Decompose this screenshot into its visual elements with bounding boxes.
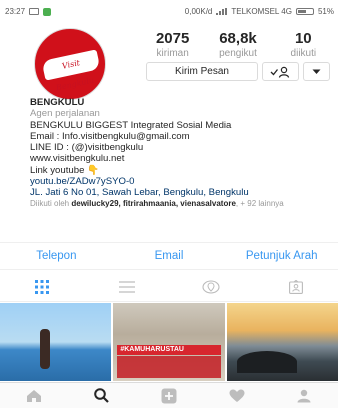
nav-search[interactable] <box>68 383 136 408</box>
bio-line-website: www.visitbengkulu.net <box>30 153 125 165</box>
call-button[interactable]: Telepon <box>0 243 113 269</box>
post-thumbnail[interactable] <box>0 303 112 381</box>
stat-followers-value: 68,8k <box>219 30 257 47</box>
nav-activity[interactable] <box>203 383 271 408</box>
avatar-logo: Visit Bengkulu <box>41 49 101 92</box>
avatar[interactable]: Visit Bengkulu <box>34 28 106 100</box>
stat-following[interactable]: 10 diikuti <box>271 30 336 59</box>
grid-icon <box>35 279 50 294</box>
profile-tabs <box>0 272 338 302</box>
stat-followers[interactable]: 68,8k pengikut <box>205 30 270 59</box>
post-thumbnail[interactable] <box>226 303 338 381</box>
carrier-name: TELKOMSEL 4G <box>231 7 292 16</box>
profile-icon <box>297 389 311 402</box>
email-button[interactable]: Email <box>113 243 226 269</box>
post-text-block <box>117 356 221 378</box>
tab-list[interactable] <box>85 272 170 301</box>
signal-icon <box>216 8 228 15</box>
add-icon <box>161 388 177 403</box>
search-icon <box>94 388 109 403</box>
nav-add[interactable] <box>135 383 203 408</box>
network-speed: 0,00K/d <box>184 7 213 16</box>
bio-line: BENGKULU BIGGEST Integrated Sosial Media <box>30 119 232 131</box>
home-icon <box>26 389 41 402</box>
tab-location[interactable] <box>169 272 254 301</box>
followed-by-names: dewilucky29, fitrirahmaania, vienasalvat… <box>71 198 236 208</box>
battery-percent: 51% <box>317 7 334 16</box>
status-time: 23:27 <box>5 7 26 16</box>
heart-icon <box>229 389 245 402</box>
post-banner: #KAMUHARUSTAU <box>117 345 221 355</box>
nav-profile[interactable] <box>270 383 338 408</box>
tab-grid[interactable] <box>0 272 85 301</box>
message-notification-icon <box>29 8 40 15</box>
stat-posts-value: 2075 <box>155 30 190 47</box>
bio-line-email: Email : Info.visitbengkulu@gmail.com <box>30 130 190 142</box>
avatar-logo-text: Visit Bengkulu <box>55 58 95 93</box>
bio-link[interactable]: youtu.be/ZADw7ySYO-0 <box>30 176 336 187</box>
following-check-icon <box>270 66 289 78</box>
followed-by-suffix: , + 92 lainnya <box>235 198 284 208</box>
post-photo-rock <box>236 351 297 373</box>
followed-by-prefix: Diikuti oleh <box>30 198 70 208</box>
tagged-icon <box>288 279 303 294</box>
list-icon <box>118 280 135 293</box>
profile-category: Agen perjalanan <box>30 108 100 120</box>
followed-by[interactable]: Diikuti oleh dewilucky29, fitrirahmaania… <box>30 199 336 209</box>
app-notification-icon <box>43 7 52 16</box>
send-message-button[interactable]: Kirim Pesan <box>146 62 258 81</box>
stat-posts[interactable]: 2075 kiriman <box>140 30 205 59</box>
location-icon <box>202 279 220 294</box>
stat-posts-label: kiriman <box>156 48 189 59</box>
tab-tagged[interactable] <box>254 272 338 301</box>
bio-address[interactable]: JL. Jati 6 No 01, Sawah Lebar, Bengkulu,… <box>30 187 336 198</box>
profile-name: BENGKULU <box>30 97 85 108</box>
post-grid: #KAMUHARUSTAU <box>0 303 338 381</box>
post-thumbnail[interactable]: #KAMUHARUSTAU <box>113 303 225 381</box>
bio-line-youtube: Link youtube 👇 <box>30 164 100 176</box>
stat-following-label: diikuti <box>290 48 317 59</box>
profile-bio: BENGKULU Agen perjalanan BENGKULU BIGGES… <box>30 97 336 208</box>
bottom-navigation <box>0 382 338 408</box>
more-options-button[interactable] <box>303 62 330 81</box>
contact-bar: Telepon Email Petunjuk Arah <box>0 242 338 270</box>
post-photo-person <box>40 329 50 369</box>
profile-stats: 2075 kiriman 68,8k pengikut 10 diikuti <box>140 30 336 59</box>
following-button[interactable] <box>262 62 299 81</box>
battery-icon <box>295 8 314 15</box>
stat-followers-label: pengikut <box>219 48 257 59</box>
stat-following-value: 10 <box>294 30 312 47</box>
chevron-down-icon <box>312 69 321 74</box>
bio-line-line-id: LINE ID : (@)visitbengkulu <box>30 142 144 154</box>
nav-home[interactable] <box>0 383 68 408</box>
status-bar: 23:27 0,00K/d TELKOMSEL 4G 51% <box>0 0 338 22</box>
directions-button[interactable]: Petunjuk Arah <box>225 243 338 269</box>
